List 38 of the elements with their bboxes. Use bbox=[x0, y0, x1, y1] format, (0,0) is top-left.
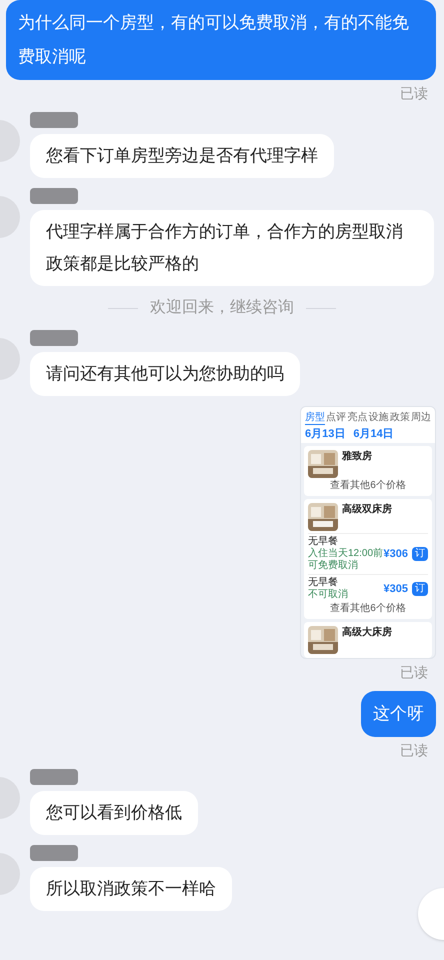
message-bubble: 您看下订单房型旁边是否有代理字样 bbox=[30, 134, 334, 178]
name-redaction bbox=[30, 769, 78, 785]
cancel-policy: 不可取消 bbox=[308, 589, 349, 601]
price-text: ¥306 bbox=[384, 546, 408, 562]
room-name: 雅致房 bbox=[342, 450, 372, 463]
name-redaction bbox=[30, 188, 78, 204]
read-receipt: 已读 bbox=[400, 741, 429, 759]
date-text: 6月14日 bbox=[353, 427, 394, 441]
system-notice: 欢迎回来，继续咨询 bbox=[150, 298, 294, 318]
screenshot-tab[interactable]: 周边 bbox=[410, 411, 431, 425]
read-receipt: 已读 bbox=[400, 663, 429, 681]
room-name: 高级双床房 bbox=[342, 503, 392, 516]
screenshot-tab[interactable]: 设施 bbox=[368, 411, 389, 425]
name-redaction bbox=[30, 112, 78, 128]
more-prices-link[interactable]: 查看其他6个价格 bbox=[330, 480, 406, 492]
read-receipt: 已读 bbox=[400, 84, 429, 102]
message-bubble: 请问还有其他可以为您协助的吗 bbox=[30, 352, 300, 396]
book-button[interactable]: 订 bbox=[412, 582, 428, 596]
screenshot-tab[interactable]: 点评 bbox=[326, 411, 346, 425]
more-prices-link[interactable]: 查看其他6个价格 bbox=[330, 603, 406, 615]
meal-text: 无早餐 bbox=[308, 536, 339, 548]
meal-text: 无早餐 bbox=[308, 577, 338, 589]
book-button[interactable]: 订 bbox=[412, 547, 428, 561]
room-name: 高级大床房 bbox=[342, 626, 392, 639]
message-bubble: 所以取消政策不一样哈 bbox=[30, 867, 232, 911]
name-redaction bbox=[30, 330, 78, 346]
message-bubble: 这个呀 bbox=[361, 691, 436, 737]
date-text: 6月13日 bbox=[305, 427, 346, 441]
cancel-policy: 入住当天12:00前可免费取消 bbox=[308, 548, 384, 572]
message-bubble: 为什么同一个房型，有的可以免费取消，有的不能免费取消呢 bbox=[6, 0, 436, 80]
message-bubble: 代理字样属于合作方的订单，合作方的房型取消政策都是比较严格的 bbox=[30, 210, 434, 286]
screenshot-tab[interactable]: 政策 bbox=[390, 411, 410, 425]
price-text: ¥305 bbox=[384, 582, 408, 597]
message-bubble: 您可以看到价格低 bbox=[30, 791, 198, 835]
screenshot-tab[interactable]: 亮点 bbox=[347, 411, 368, 425]
hotel-screenshot[interactable]: 房型点评 亮点设施政策周边 6月13日 6月14日 雅致房 查看其他6个价格 高级双床房 无早餐 入住当天12:00前可免费取消 ¥306 订 无早餐 不可取消 ¥305 订 查看其他6个价格 高级大床房 bbox=[300, 406, 436, 659]
name-redaction bbox=[30, 845, 78, 861]
screenshot-tab[interactable]: 房型 bbox=[305, 411, 325, 425]
